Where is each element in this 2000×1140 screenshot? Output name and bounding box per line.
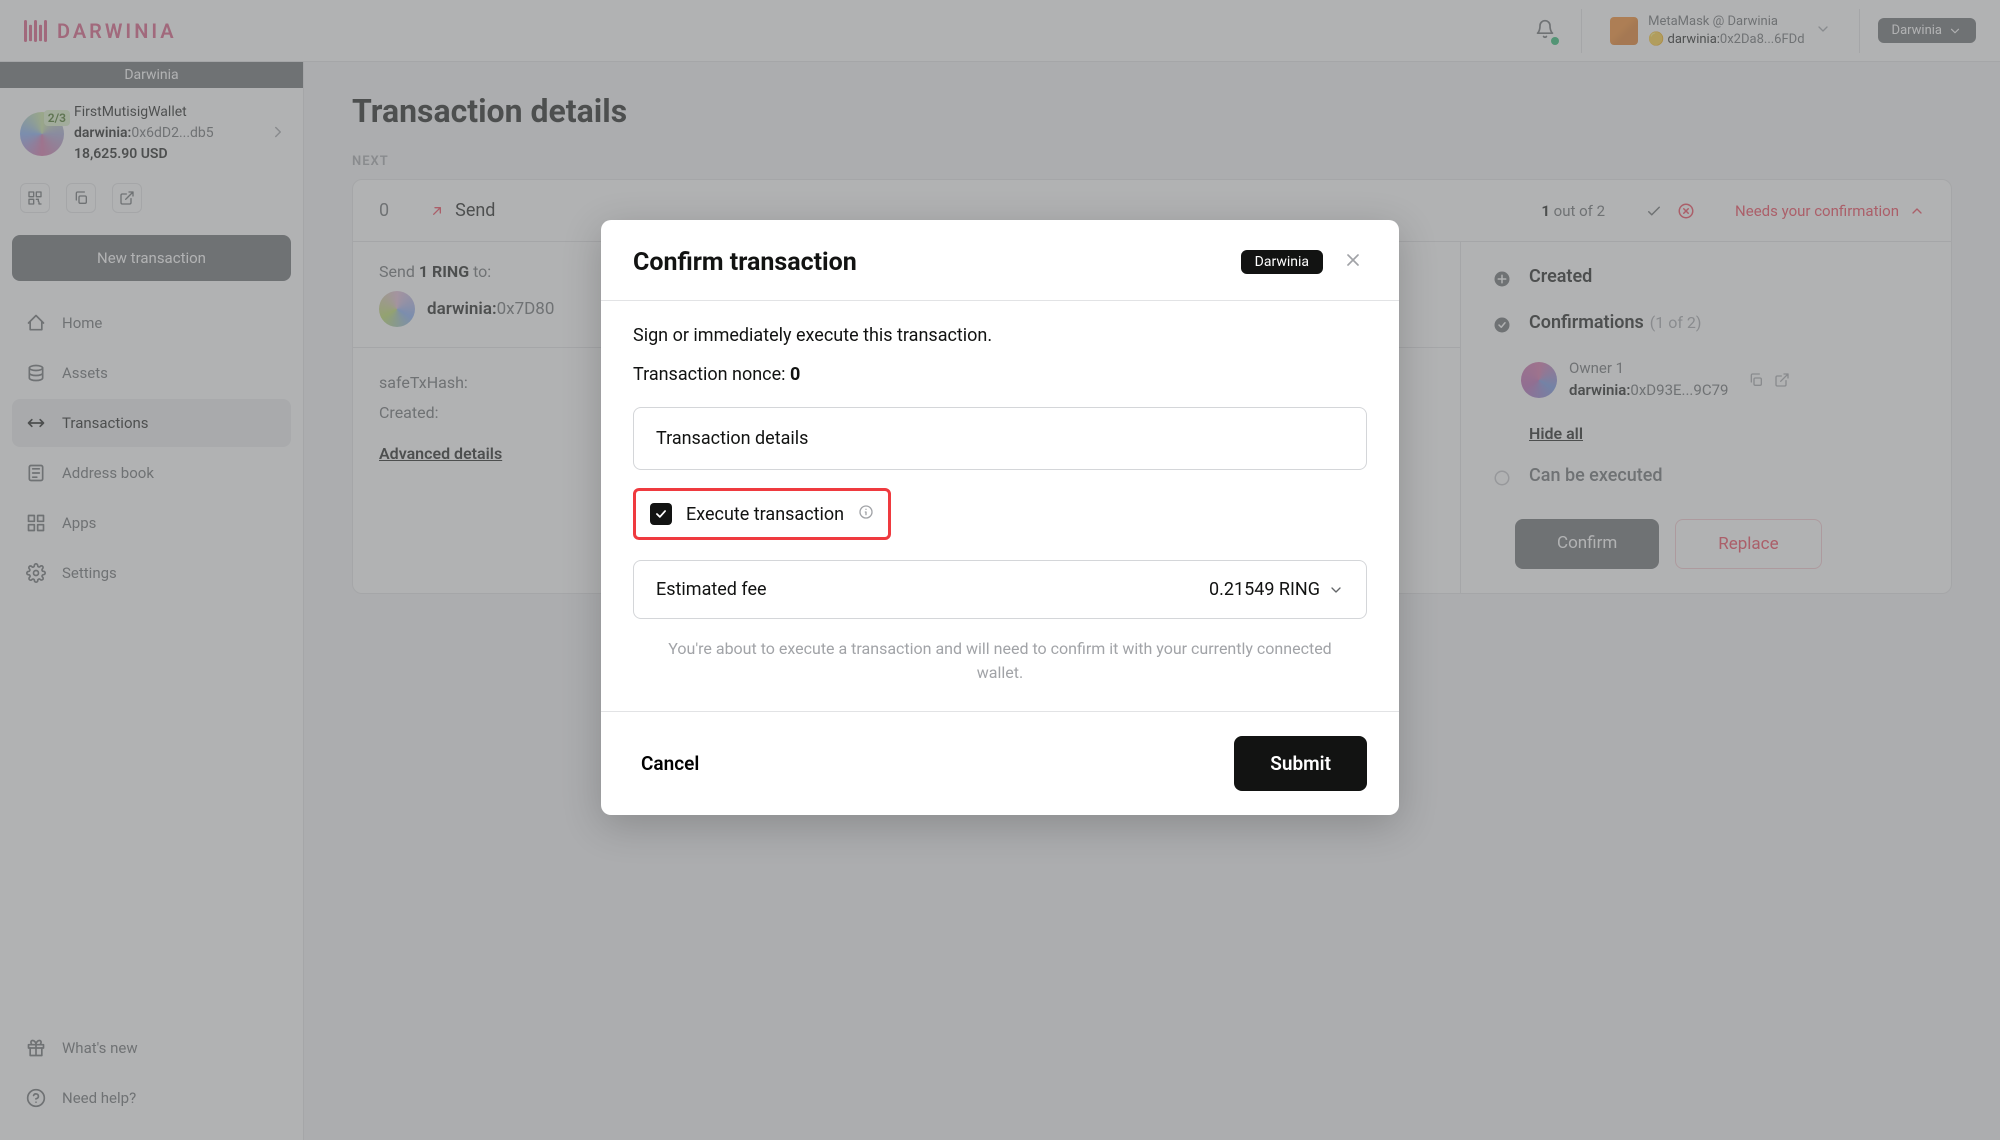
modal-backdrop[interactable]: Confirm transaction Darwinia Sign or imm… (0, 0, 2000, 1140)
estimated-fee-box[interactable]: Estimated fee 0.21549 RING (633, 560, 1367, 619)
check-icon (654, 507, 668, 521)
modal-title: Confirm transaction (633, 248, 1225, 277)
execute-transaction-row[interactable]: Execute transaction (633, 488, 891, 540)
execute-warning: You're about to execute a transaction an… (633, 637, 1367, 685)
chevron-down-icon (1328, 582, 1344, 598)
close-button[interactable] (1339, 246, 1367, 278)
confirm-transaction-modal: Confirm transaction Darwinia Sign or imm… (601, 220, 1399, 815)
modal-network-badge: Darwinia (1241, 250, 1323, 274)
cancel-button[interactable]: Cancel (633, 740, 707, 787)
close-icon (1343, 250, 1363, 270)
modal-description: Sign or immediately execute this transac… (633, 325, 1367, 346)
info-icon[interactable] (858, 504, 874, 524)
transaction-details-box[interactable]: Transaction details (633, 407, 1367, 470)
submit-button[interactable]: Submit (1234, 736, 1367, 791)
nonce-row: Transaction nonce: 0 (633, 364, 1367, 385)
execute-checkbox[interactable] (650, 503, 672, 525)
